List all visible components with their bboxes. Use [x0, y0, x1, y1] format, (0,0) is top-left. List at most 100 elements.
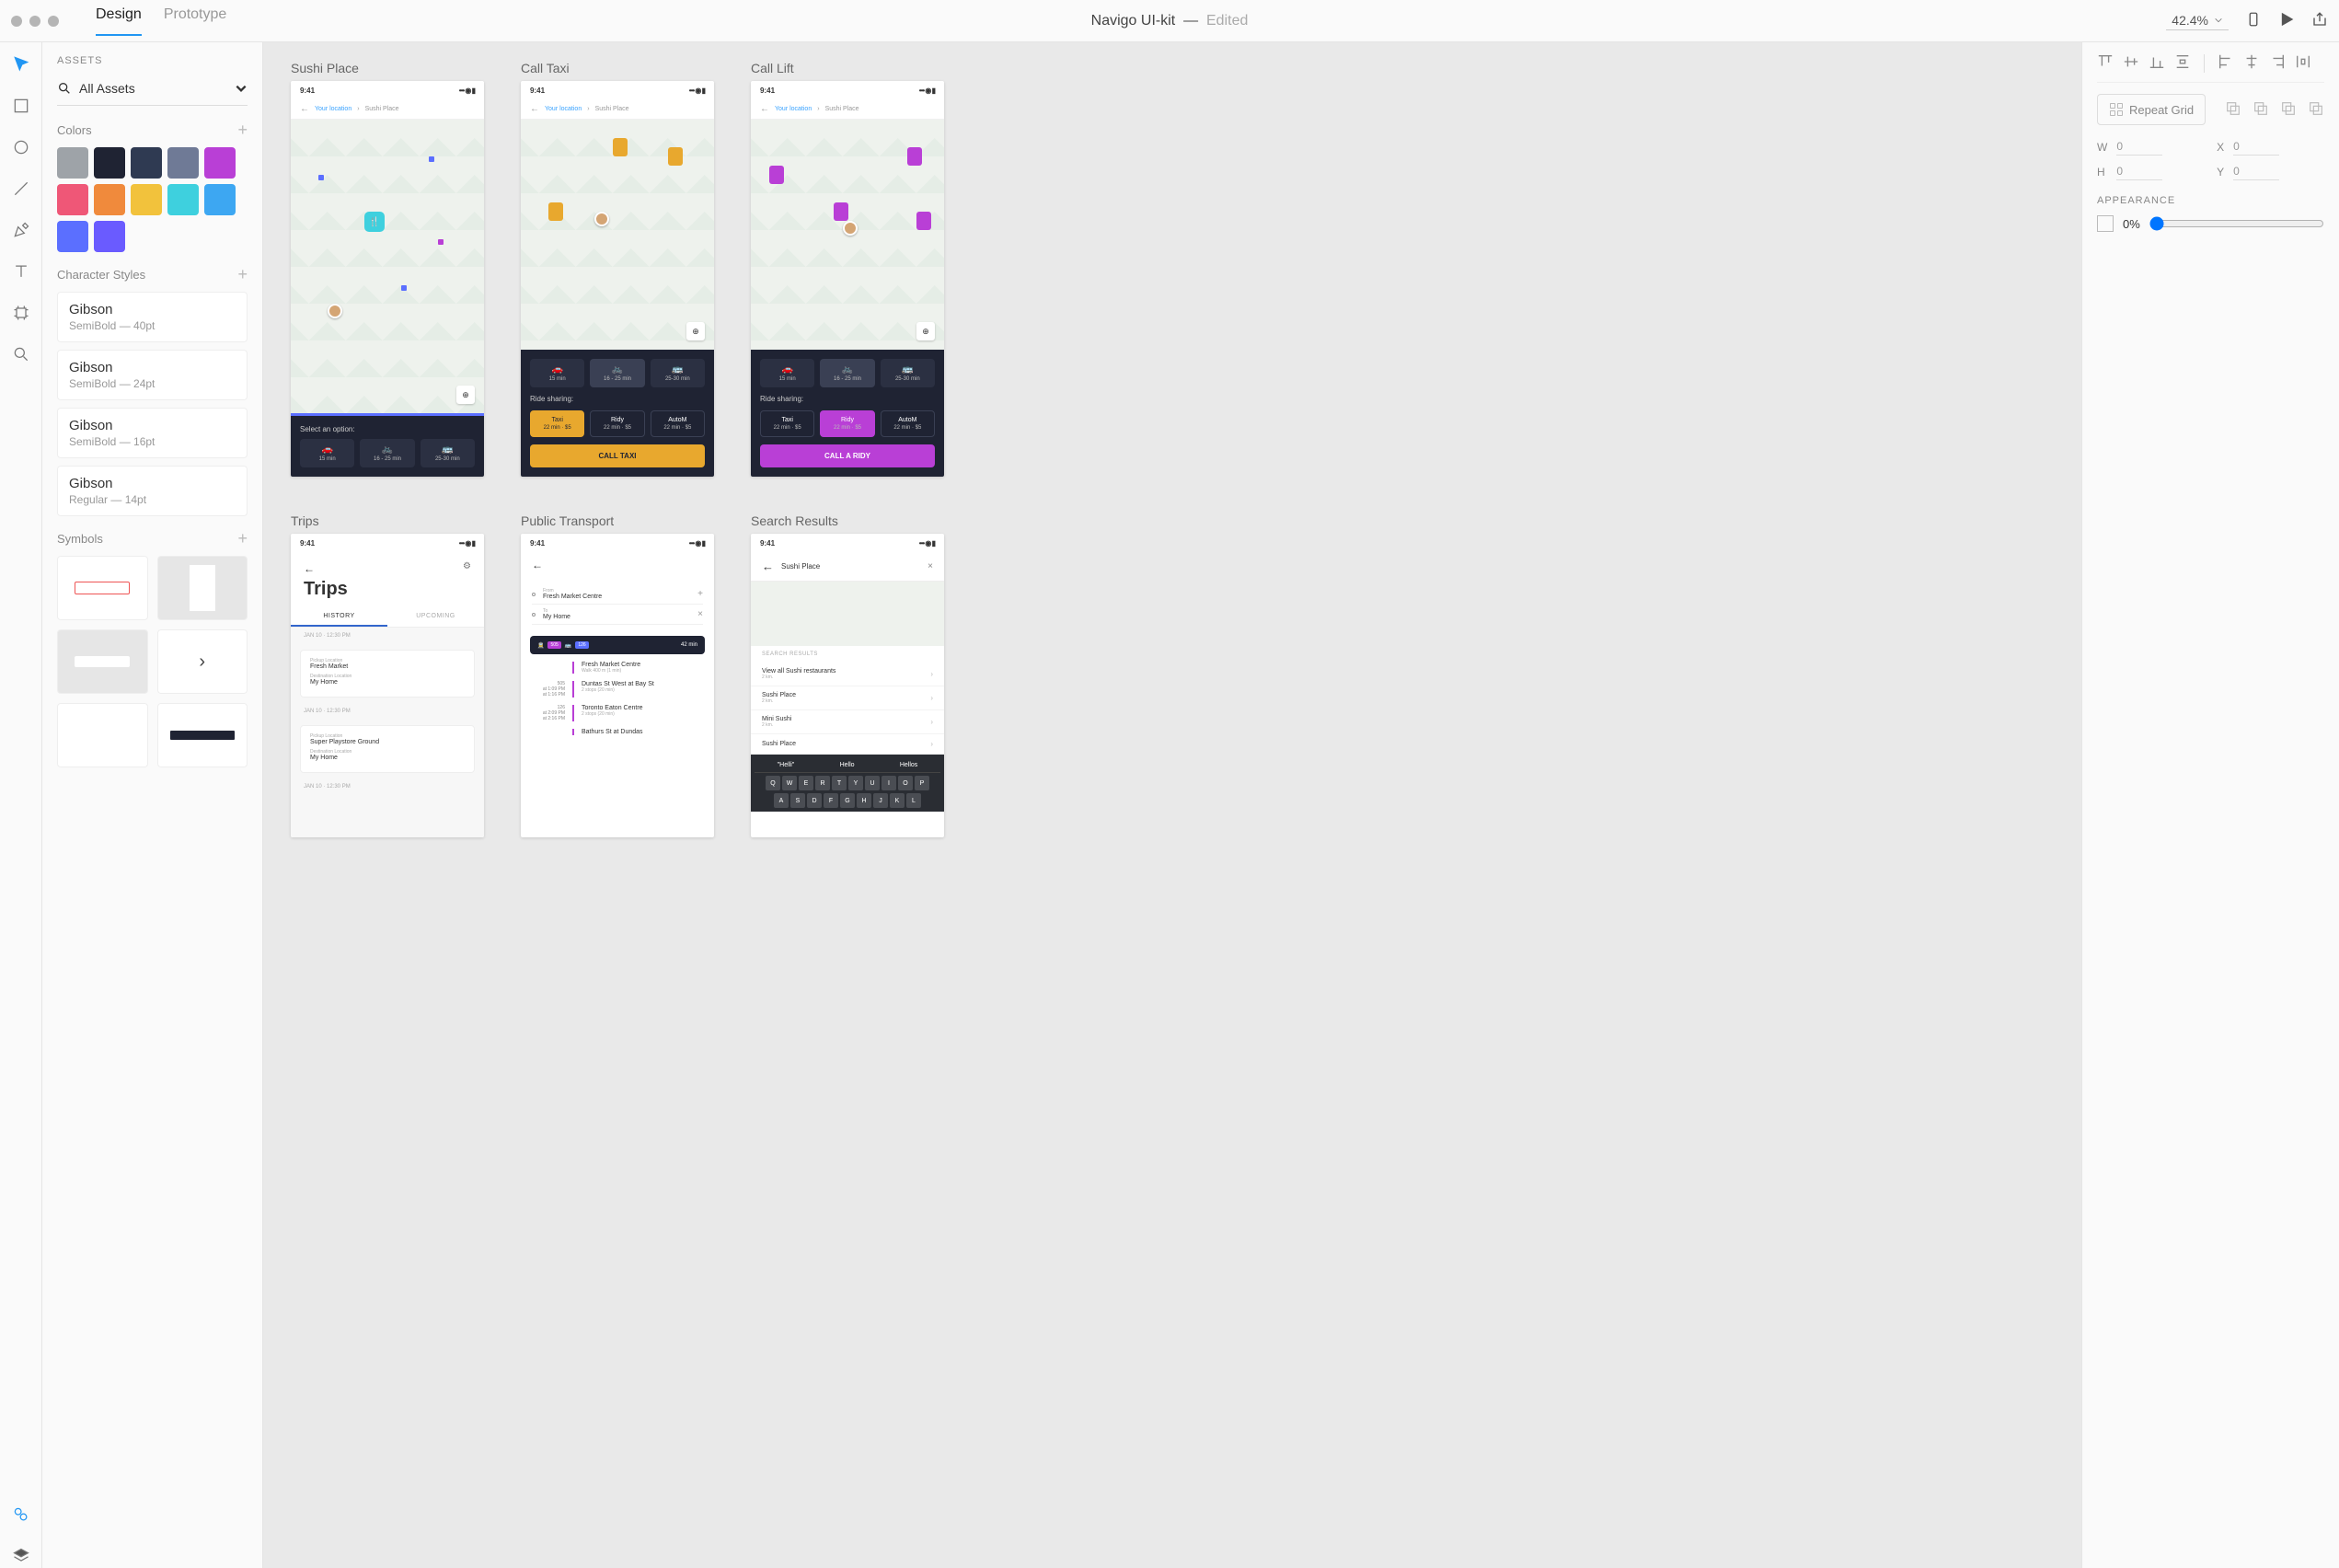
call-taxi-button[interactable]: CALL TAXI [530, 444, 705, 467]
color-swatch[interactable] [57, 147, 88, 179]
ride-option[interactable]: Ridy22 min · $5 [820, 410, 874, 437]
call-ridy-button[interactable]: CALL A RIDY [760, 444, 935, 467]
window-controls[interactable] [11, 16, 59, 27]
align-bottom-icon[interactable] [2149, 53, 2165, 73]
search-result[interactable]: Mini Sushi2 km.› [751, 710, 944, 734]
add-symbol-button[interactable]: + [237, 529, 248, 548]
keyboard-key[interactable]: T [832, 776, 847, 790]
boolean-union-icon[interactable] [2225, 100, 2241, 120]
keyboard[interactable]: "Helli"HelloHellos QWERTYUIOPASDFGHJKL [751, 755, 944, 812]
layers-icon[interactable] [12, 1547, 30, 1568]
assets-icon[interactable] [12, 1505, 30, 1527]
add-waypoint[interactable]: + [697, 589, 703, 599]
width-field[interactable] [2116, 138, 2162, 156]
keyboard-key[interactable]: A [774, 793, 789, 808]
route-banner[interactable]: 🚊505 🚌126 42 min [530, 636, 705, 654]
color-swatch[interactable] [131, 147, 162, 179]
clear-search[interactable]: × [928, 561, 933, 571]
keyboard-key[interactable]: W [782, 776, 797, 790]
tab-design[interactable]: Design [96, 6, 142, 36]
search-result[interactable]: View all Sushi restaurants2 km.› [751, 663, 944, 686]
transport-option[interactable]: 🚲16 - 25 min [360, 439, 414, 467]
align-top-icon[interactable] [2097, 53, 2114, 73]
artboard-sushi[interactable]: 9:41••• ◉ ▮ ←Your location›Sushi Place 🍴… [291, 81, 484, 477]
close-light[interactable] [11, 16, 22, 27]
character-style[interactable]: GibsonSemiBold — 24pt [57, 350, 248, 400]
zoom-tool[interactable] [12, 345, 30, 366]
artboard-label[interactable]: Trips [291, 513, 484, 528]
max-light[interactable] [48, 16, 59, 27]
distribute-v-icon[interactable] [2174, 53, 2191, 73]
symbol-thumb[interactable] [157, 556, 248, 620]
align-hcenter-icon[interactable] [2243, 53, 2260, 73]
tab-history[interactable]: HISTORY [291, 607, 387, 627]
character-style[interactable]: GibsonRegular — 14pt [57, 466, 248, 516]
tab-prototype[interactable]: Prototype [164, 6, 226, 36]
asset-type-picker[interactable]: All Assets [57, 75, 248, 106]
color-swatch[interactable] [94, 221, 125, 252]
transport-option[interactable]: 🚗15 min [300, 439, 354, 467]
symbol-thumb[interactable] [57, 703, 148, 767]
ride-option[interactable]: Taxi22 min · $5 [760, 410, 814, 437]
keyboard-key[interactable]: J [873, 793, 888, 808]
keyboard-key[interactable]: I [881, 776, 896, 790]
ride-option[interactable]: Taxi22 min · $5 [530, 410, 584, 437]
artboard-lift[interactable]: 9:41••• ◉ ▮ ←Your location›Sushi Place ⊕… [751, 81, 944, 477]
locate-button[interactable]: ⊕ [916, 322, 935, 340]
align-right-icon[interactable] [2269, 53, 2286, 73]
artboard-taxi[interactable]: 9:41••• ◉ ▮ ←Your location›Sushi Place ⊕… [521, 81, 714, 477]
y-field[interactable] [2233, 163, 2279, 180]
symbol-thumb[interactable] [57, 629, 148, 694]
align-left-icon[interactable] [2218, 53, 2234, 73]
artboard-public-transport[interactable]: 9:41••• ◉ ▮ ← FromFresh Market Centre+ T… [521, 534, 714, 837]
x-field[interactable] [2233, 138, 2279, 156]
keyboard-suggestion[interactable]: Hello [840, 762, 855, 768]
transport-option[interactable]: 🚗15 min [760, 359, 814, 387]
keyboard-key[interactable]: K [890, 793, 904, 808]
zoom-dropdown[interactable]: 42.4% [2166, 11, 2229, 30]
locate-button[interactable]: ⊕ [456, 386, 475, 404]
pen-tool[interactable] [12, 221, 30, 242]
color-swatch[interactable] [167, 184, 199, 215]
add-color-button[interactable]: + [237, 121, 248, 140]
text-tool[interactable] [12, 262, 30, 283]
keyboard-key[interactable]: P [915, 776, 929, 790]
opacity-slider[interactable] [2149, 216, 2324, 231]
keyboard-key[interactable]: O [898, 776, 913, 790]
search-result[interactable]: Sushi Place2 km.› [751, 686, 944, 710]
ride-option[interactable]: AutoM22 min · $5 [881, 410, 935, 437]
ride-option[interactable]: AutoM22 min · $5 [651, 410, 705, 437]
trip-card[interactable]: Pickup LocationFresh MarketDestination L… [300, 650, 475, 698]
transport-option[interactable]: 🚗15 min [530, 359, 584, 387]
color-swatch[interactable] [167, 147, 199, 179]
device-preview-icon[interactable] [2245, 11, 2262, 30]
keyboard-key[interactable]: R [815, 776, 830, 790]
artboard-label[interactable]: Sushi Place [291, 61, 484, 75]
play-icon[interactable] [2278, 11, 2295, 30]
color-swatch[interactable] [94, 184, 125, 215]
color-swatch[interactable] [57, 221, 88, 252]
keyboard-key[interactable]: D [807, 793, 822, 808]
keyboard-key[interactable]: G [840, 793, 855, 808]
keyboard-key[interactable]: S [790, 793, 805, 808]
transport-option[interactable]: 🚌25-30 min [881, 359, 935, 387]
transport-option[interactable]: 🚲16 - 25 min [820, 359, 874, 387]
symbol-thumb[interactable] [57, 556, 148, 620]
share-icon[interactable] [2311, 11, 2328, 30]
color-swatch[interactable] [204, 184, 236, 215]
keyboard-key[interactable]: H [857, 793, 871, 808]
clear-dest[interactable]: × [697, 609, 703, 619]
transport-option[interactable]: 🚌25-30 min [651, 359, 705, 387]
color-swatch[interactable] [57, 184, 88, 215]
symbol-thumb[interactable]: › [157, 629, 248, 694]
artboard-label[interactable]: Public Transport [521, 513, 714, 528]
distribute-h-icon[interactable] [2295, 53, 2311, 73]
align-vcenter-icon[interactable] [2123, 53, 2139, 73]
artboard-label[interactable]: Call Taxi [521, 61, 714, 75]
keyboard-key[interactable]: U [865, 776, 880, 790]
character-style[interactable]: GibsonSemiBold — 16pt [57, 408, 248, 458]
boolean-exclude-icon[interactable] [2308, 100, 2324, 120]
character-style[interactable]: GibsonSemiBold — 40pt [57, 292, 248, 342]
transport-option[interactable]: 🚲16 - 25 min [590, 359, 644, 387]
ride-option[interactable]: Ridy22 min · $5 [590, 410, 644, 437]
